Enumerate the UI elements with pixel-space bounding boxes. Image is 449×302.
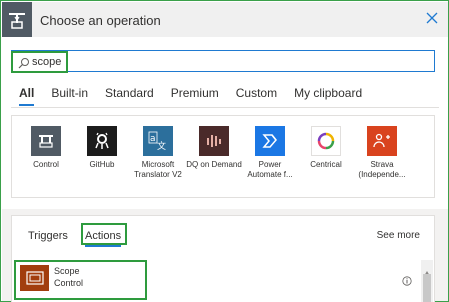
dialog-header: Choose an operation [2,2,448,37]
connector-name: Power Automate f... [247,160,293,179]
chevron-down-icon[interactable] [221,202,231,215]
connector-strava[interactable]: Strava (Independe... [354,126,410,180]
control-icon [31,126,61,156]
svg-text:a: a [150,134,156,144]
result-scope-action[interactable]: Scope Control [14,260,422,300]
power-automate-icon [255,126,285,156]
dialog-title: Choose an operation [40,13,161,28]
connector-name: Control [33,160,59,169]
connector-dq-on-demand[interactable]: DQ on Demand [186,126,242,170]
connector-name: Centrical [310,160,342,169]
github-icon [87,126,117,156]
tab-custom[interactable]: Custom [236,86,277,106]
category-tabs: All Built-in Standard Premium Custom My … [19,86,379,106]
centrical-icon [311,126,341,156]
tab-actions[interactable]: Actions [85,230,122,247]
connector-name: Microsoft Translator V2 [134,160,182,179]
connector-name: DQ on Demand [186,160,242,169]
strava-icon [367,126,397,156]
results-panel: Triggers Actions See more Scope Control [11,215,435,302]
svg-text:文: 文 [157,140,166,151]
dq-icon [199,126,229,156]
tab-premium[interactable]: Premium [171,86,219,106]
scrollbar-thumb[interactable] [423,274,431,302]
search-icon [18,56,30,69]
tab-divider [11,107,439,108]
connector-control[interactable]: Control [18,126,74,170]
info-icon[interactable] [402,273,412,286]
tab-triggers[interactable]: Triggers [28,230,68,242]
tab-all[interactable]: All [19,86,35,106]
result-title: Scope [54,266,80,276]
connector-microsoft-translator[interactable]: a 文 Microsoft Translator V2 [130,126,186,180]
connector-power-automate[interactable]: Power Automate f... [242,126,298,180]
connectors-panel: Control GitHub a 文 Microsoft Translator … [11,115,435,215]
connector-name: Strava (Independe... [358,160,406,179]
search-box [11,50,435,72]
close-icon[interactable] [424,10,440,26]
result-connector: Control [54,278,84,288]
choose-operation-dialog: Choose an operation All Built-in Standar… [0,0,449,302]
tab-built-in[interactable]: Built-in [51,86,88,106]
scrollbar[interactable] [421,260,433,302]
tab-standard[interactable]: Standard [105,86,154,106]
scroll-up-icon[interactable] [424,263,430,276]
control-header-icon [2,2,32,37]
see-more-link[interactable]: See more [377,230,420,241]
connector-name: GitHub [89,160,115,169]
translator-icon: a 文 [143,126,173,156]
scope-icon [20,265,49,291]
connector-github[interactable]: GitHub [74,126,130,170]
connector-centrical[interactable]: Centrical [298,126,354,170]
tab-my-clipboard[interactable]: My clipboard [294,86,362,106]
search-input[interactable] [32,53,427,70]
